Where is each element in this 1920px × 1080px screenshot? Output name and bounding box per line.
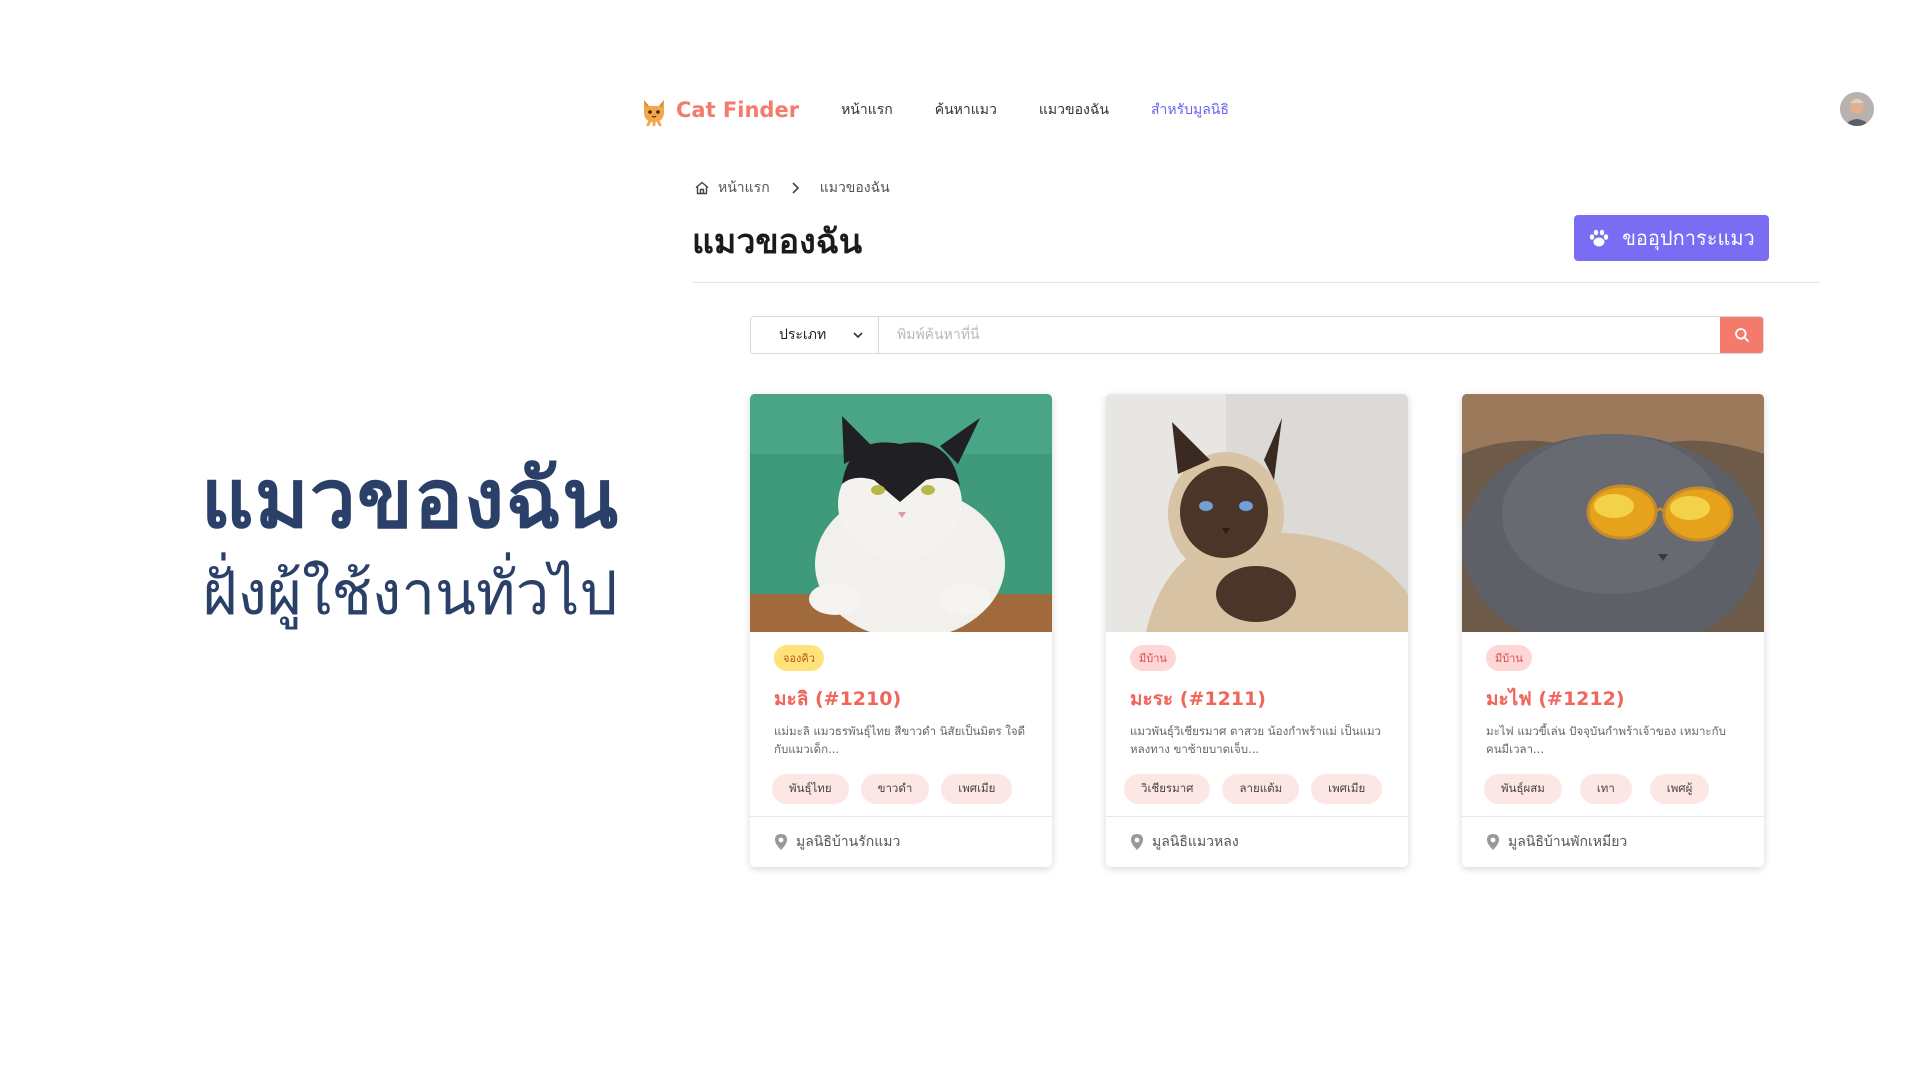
cat-photo [1462,394,1764,632]
cat-description: แมวพันธุ์วิเชียรมาศ ตาสวย น้องกำพร้าแม่ … [1130,724,1382,756]
category-select[interactable]: ประเภท [751,317,879,353]
search-bar: ประเภท [750,316,1764,354]
brand-name: Cat Finder [676,98,800,122]
status-badge: จองคิว [774,645,824,671]
cat-description: แม่มะลิ แมวธรพันธุ์ไทย สีขาวดำ นิสัยเป็น… [774,724,1026,756]
tag-list: พันธุ์ไทย ขาวดำ เพศเมีย [772,774,1028,804]
tag: เพศเมีย [1311,774,1383,804]
tag: เทา [1579,774,1632,804]
cat-photo [1106,394,1408,632]
cat-photo [750,394,1052,632]
status-badge: มีบ้าน [1130,645,1176,671]
home-icon [695,181,709,195]
cat-name: มะลิ (#1210) [774,688,902,710]
search-button[interactable] [1720,317,1763,353]
user-avatar[interactable] [1840,92,1874,126]
page-title: แมวของฉัน [692,222,863,262]
foundation-name: มูลนิธิบ้านพักเหมียว [1508,834,1628,850]
foundation-name: มูลนิธิบ้านรักแมว [796,834,901,850]
tag: ลายแต้ม [1222,774,1300,804]
tag-list: พันธุ์ผสม เทา เพศผู้ [1484,774,1740,804]
caption-title: แมวของฉัน [200,452,620,547]
nav-link-find-cat[interactable]: ค้นหาแมว [935,99,997,121]
tag: พันธุ์ไทย [772,774,849,804]
foundation-row: มูลนิธิแมวหลง [1106,816,1408,867]
search-icon [1734,328,1749,342]
top-navbar: Cat Finder หน้าแรก ค้นหาแมว แมวของฉัน สำ… [640,90,1271,130]
search-input[interactable] [879,317,1720,353]
brand-link[interactable]: Cat Finder [640,94,799,126]
cat-description: มะไฟ แมวขี้เล่น ปัจจุบันกำพร้าเจ้าของ เห… [1486,724,1726,756]
tag: เพศเมีย [941,774,1013,804]
tag: พันธุ์ผสม [1484,774,1562,804]
header-divider [693,282,1820,283]
breadcrumb-current: แมวของฉัน [819,180,890,196]
breadcrumb: หน้าแรก แมวของฉัน [694,177,890,199]
foundation-name: มูลนิธิแมวหลง [1152,834,1239,850]
slide-caption: แมวของฉัน ฝั่งผู้ใช้งานทั่วไป [150,452,670,634]
request-adoption-label: ขออุปการะแมว [1622,226,1755,250]
tag: เพศผู้ [1649,774,1710,804]
avatar-photo [1840,92,1874,126]
nav-link-for-foundation[interactable]: สำหรับมูลนิธิ [1151,99,1229,121]
location-pin-icon [1131,834,1143,850]
location-pin-icon [775,834,787,850]
foundation-row: มูลนิธิบ้านพักเหมียว [1462,816,1764,867]
cat-card[interactable]: จองคิว มะลิ (#1210) แม่มะลิ แมวธรพันธุ์ไ… [750,394,1052,867]
chevron-right-icon [792,182,799,194]
cat-name: มะระ (#1211) [1130,688,1266,710]
tag: ขาวดำ [860,774,930,804]
chevron-down-icon [853,332,863,339]
tag: วิเชียรมาศ [1124,774,1211,804]
category-select-label: ประเภท [779,327,827,343]
foundation-row: มูลนิธิบ้านรักแมว [750,816,1052,867]
tag-list: วิเชียรมาศ ลายแต้ม เพศเมีย [1124,774,1384,804]
cat-logo-icon [644,100,664,126]
cat-card[interactable]: มีบ้าน มะไฟ (#1212) มะไฟ แมวขี้เล่น ปัจจ… [1462,394,1764,867]
cat-name: มะไฟ (#1212) [1486,688,1625,710]
caption-subtitle: ฝั่งผู้ใช้งานทั่วไป [202,559,618,629]
nav-link-my-cats[interactable]: แมวของฉัน [1039,99,1109,121]
cat-card[interactable]: มีบ้าน มะระ (#1211) แมวพันธุ์วิเชียรมาศ … [1106,394,1408,867]
nav-link-home[interactable]: หน้าแรก [841,99,893,121]
request-adoption-button[interactable]: ขออุปการะแมว [1574,215,1769,261]
status-badge: มีบ้าน [1486,645,1532,671]
paw-icon [1590,229,1609,247]
breadcrumb-home[interactable]: หน้าแรก [718,177,770,199]
location-pin-icon [1487,834,1499,850]
